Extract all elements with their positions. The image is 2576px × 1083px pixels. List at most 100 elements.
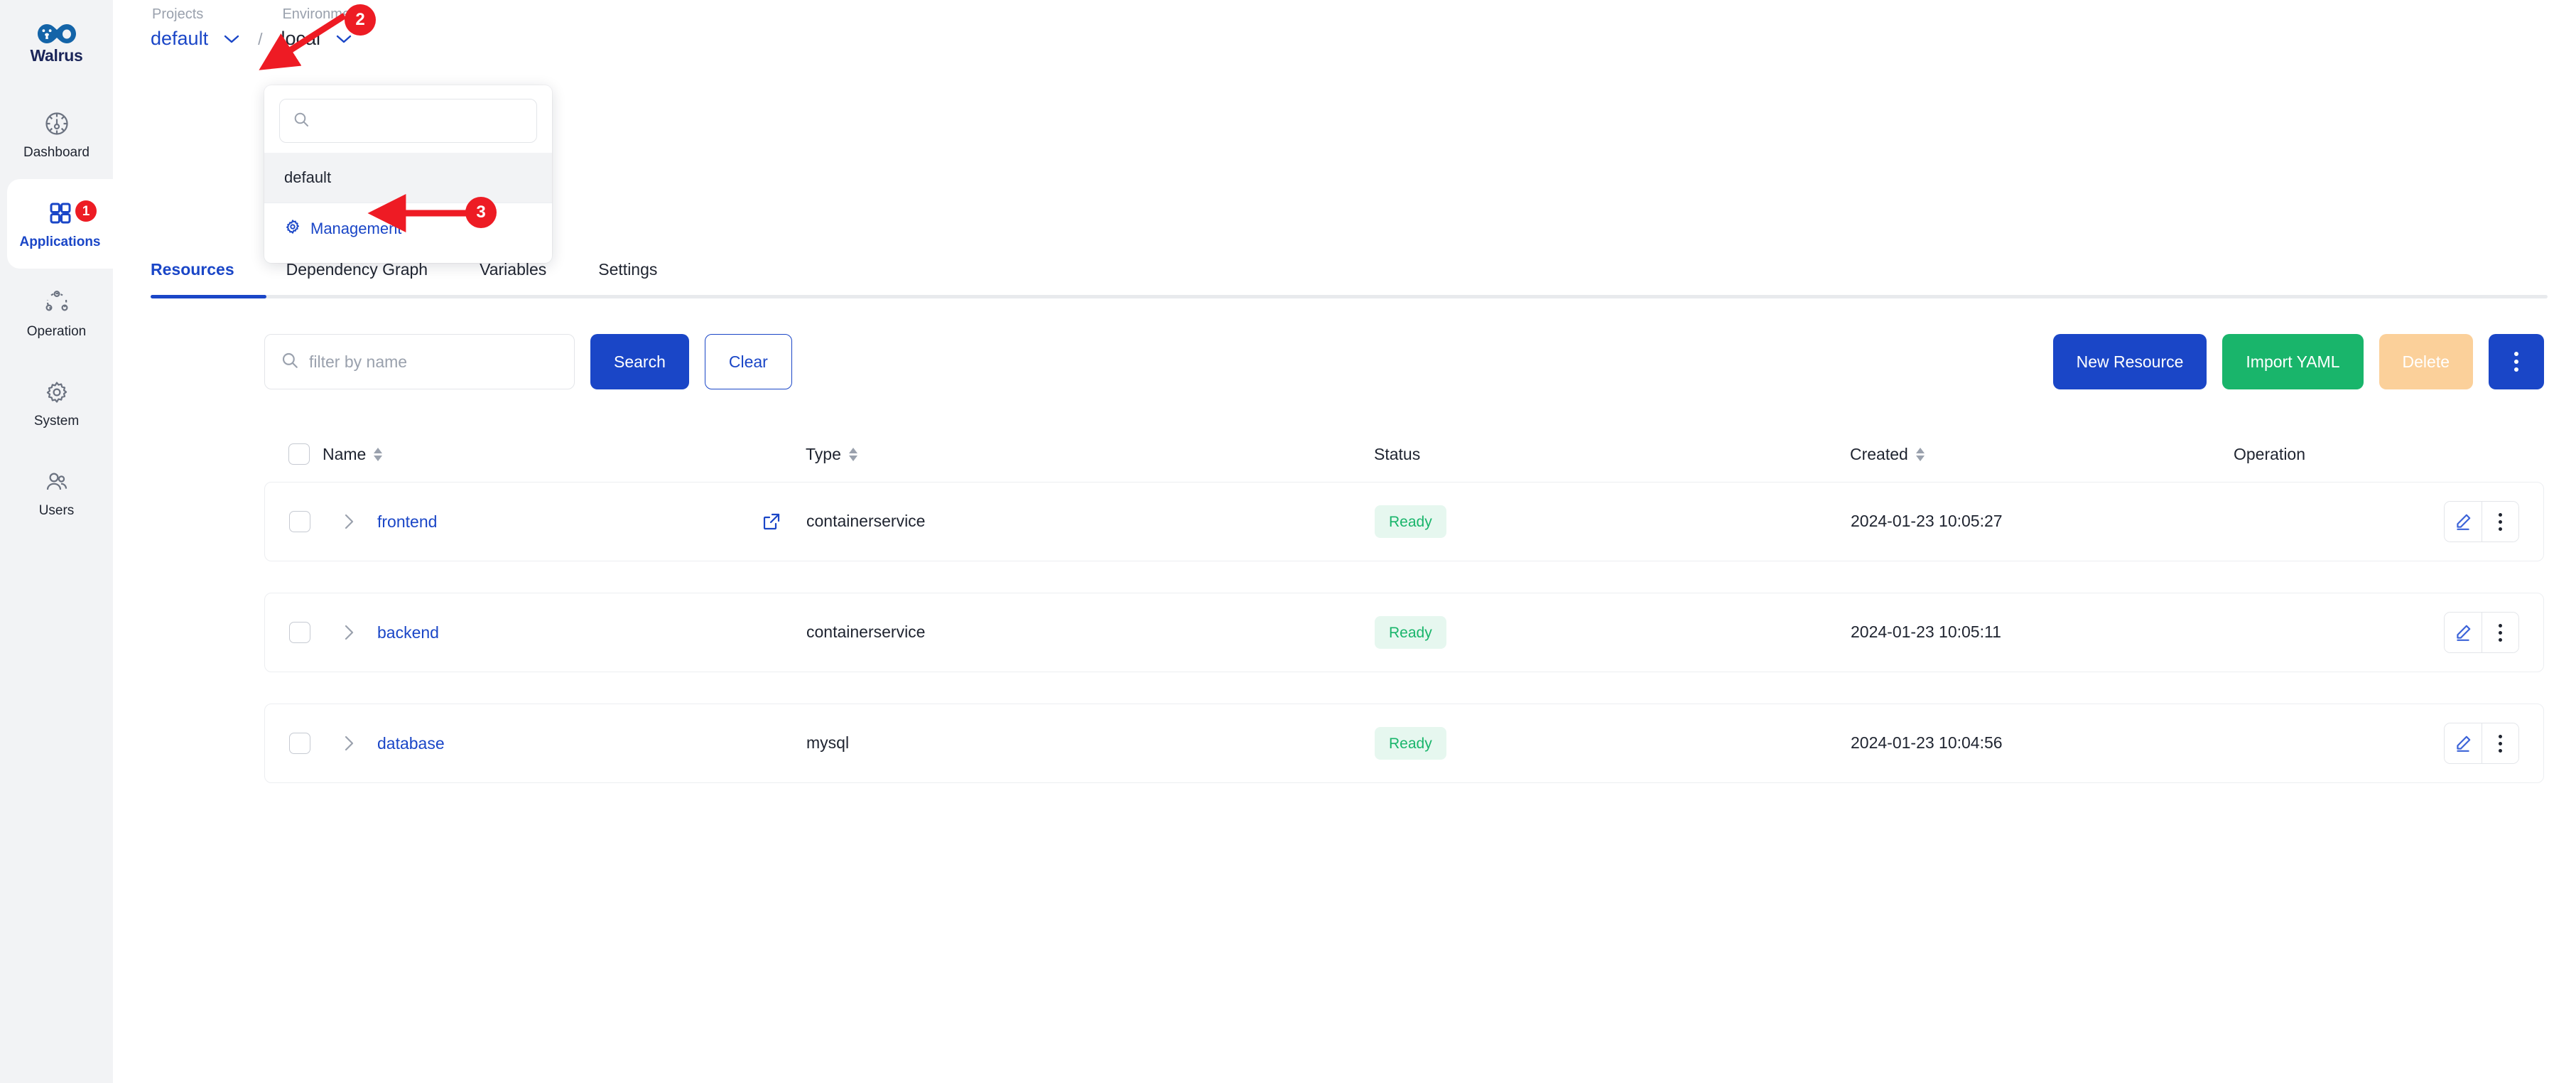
delete-button[interactable]: Delete <box>2379 334 2473 389</box>
walrus-console-window: Walrus Dashboard 1 Applications Operatio… <box>0 0 2576 1083</box>
expand-chevron-right-icon[interactable] <box>339 512 359 532</box>
main-content: Projects default / Environments local de… <box>113 0 2576 1083</box>
row-checkbox[interactable] <box>289 622 310 643</box>
table-row[interactable]: backend containerservice Ready 2024-01-2… <box>264 593 2544 672</box>
column-header-created[interactable]: Created <box>1850 446 2234 463</box>
toolbar-left-group: Search Clear <box>264 334 792 389</box>
brand-name: Walrus <box>30 45 83 65</box>
clear-button-label: Clear <box>728 352 768 371</box>
toolbar-more-button[interactable] <box>2489 334 2544 389</box>
filter-search-box[interactable] <box>264 334 575 389</box>
row-operation-cell <box>2234 723 2519 764</box>
brand-logo[interactable]: Walrus <box>0 6 113 80</box>
search-button-label: Search <box>614 352 666 371</box>
column-label: Created <box>1850 444 1908 463</box>
column-header-status: Status <box>1374 446 1850 463</box>
gear-icon <box>284 218 301 239</box>
row-operation-cell <box>2234 501 2519 542</box>
row-more-vertical-icon[interactable] <box>2482 502 2518 542</box>
resource-name-link[interactable]: frontend <box>377 513 437 530</box>
sidebar-item-users[interactable]: Users <box>0 448 113 537</box>
breadcrumb-project-value[interactable]: default <box>151 29 208 48</box>
row-operation-group <box>2444 501 2519 542</box>
column-label: Operation <box>2234 444 2306 463</box>
select-all-cell <box>288 443 323 465</box>
row-more-vertical-icon[interactable] <box>2482 613 2518 652</box>
project-dropdown-chevron-down-icon[interactable] <box>224 34 239 43</box>
sidebar-item-applications[interactable]: 1 Applications <box>7 179 113 269</box>
search-button[interactable]: Search <box>590 334 689 389</box>
row-status-cell: Ready <box>1375 505 1851 538</box>
project-dropdown-search-wrap <box>264 85 552 153</box>
sidebar-item-label: Operation <box>26 324 87 339</box>
row-type-cell: mysql <box>806 735 1375 752</box>
edit-pencil-icon[interactable] <box>2445 613 2482 652</box>
status-badge: Ready <box>1375 505 1446 538</box>
resource-type: containerservice <box>806 623 926 641</box>
status-badge: Ready <box>1375 616 1446 649</box>
sidebar: Walrus Dashboard 1 Applications Operatio… <box>0 0 113 1083</box>
tabs-underline <box>151 295 2548 298</box>
column-header-type[interactable]: Type <box>806 446 1374 463</box>
select-all-checkbox[interactable] <box>288 443 310 465</box>
table-row[interactable]: database mysql Ready 2024-01-23 10:04:56 <box>264 704 2544 783</box>
project-option-default[interactable]: default <box>264 153 552 203</box>
tab-settings[interactable]: Settings <box>598 262 657 295</box>
project-search-box[interactable] <box>279 99 537 143</box>
import-yaml-button[interactable]: Import YAML <box>2222 334 2364 389</box>
row-type-cell: containerservice <box>806 513 1375 530</box>
toolbar-right-group: New Resource Import YAML Delete <box>2052 334 2544 389</box>
edit-pencil-icon[interactable] <box>2445 723 2482 763</box>
created-timestamp: 2024-01-23 10:04:56 <box>1851 733 2003 752</box>
applications-badge: 1 <box>75 200 97 222</box>
sidebar-item-operation[interactable]: Operation <box>0 269 113 358</box>
sort-icon[interactable] <box>1915 447 1925 461</box>
row-status-cell: Ready <box>1375 616 1851 649</box>
row-checkbox[interactable] <box>289 511 310 532</box>
breadcrumb-project: Projects default <box>151 7 239 48</box>
tab-resources[interactable]: Resources <box>151 262 234 295</box>
tab-label: Settings <box>598 260 658 279</box>
tab-label: Resources <box>151 260 234 279</box>
operation-nodes-icon <box>43 289 71 317</box>
sidebar-item-dashboard[interactable]: Dashboard <box>0 90 113 179</box>
column-label: Type <box>806 444 841 463</box>
table-row[interactable]: frontend containerservice Ready 2024-01-… <box>264 482 2544 561</box>
column-header-name[interactable]: Name <box>323 446 806 463</box>
row-checkbox[interactable] <box>289 733 310 754</box>
management-label: Management <box>310 220 402 237</box>
edit-pencil-icon[interactable] <box>2445 502 2482 542</box>
tabs-bar: Resources Dependency Graph Variables Set… <box>151 262 2548 298</box>
dashboard-gauge-icon <box>43 109 71 138</box>
tab-dependency-graph[interactable]: Dependency Graph <box>286 262 428 295</box>
row-created-cell: 2024-01-23 10:05:27 <box>1851 513 2234 530</box>
row-select-cell <box>289 622 323 643</box>
project-search-input[interactable] <box>318 112 524 129</box>
clear-button[interactable]: Clear <box>704 334 792 389</box>
filter-by-name-input[interactable] <box>309 352 558 372</box>
management-menu-item[interactable]: Management <box>264 203 552 254</box>
sort-icon[interactable] <box>374 447 383 461</box>
expand-chevron-right-icon[interactable] <box>339 733 359 753</box>
breadcrumb: Projects default / Environments local <box>151 7 369 48</box>
more-vertical-icon <box>2514 352 2518 372</box>
new-resource-button[interactable]: New Resource <box>2052 334 2207 389</box>
status-badge: Ready <box>1375 727 1446 760</box>
row-status-cell: Ready <box>1375 727 1851 760</box>
row-more-vertical-icon[interactable] <box>2482 723 2518 763</box>
tab-variables[interactable]: Variables <box>480 262 546 295</box>
external-link-icon[interactable] <box>762 512 781 531</box>
environment-dropdown-chevron-down-icon[interactable] <box>336 34 352 43</box>
resource-name-link[interactable]: backend <box>377 624 439 641</box>
expand-chevron-right-icon[interactable] <box>339 623 359 642</box>
sidebar-item-system[interactable]: System <box>0 358 113 448</box>
gear-icon <box>43 378 71 406</box>
row-name-cell: frontend <box>323 512 806 532</box>
sort-icon[interactable] <box>848 447 857 461</box>
resource-name-link[interactable]: database <box>377 735 445 752</box>
row-name-cell: database <box>323 733 806 753</box>
row-select-cell <box>289 511 323 532</box>
tab-list: Resources Dependency Graph Variables Set… <box>151 262 2548 295</box>
breadcrumb-environment-value[interactable]: local <box>281 29 320 48</box>
sidebar-item-label: System <box>33 414 80 429</box>
